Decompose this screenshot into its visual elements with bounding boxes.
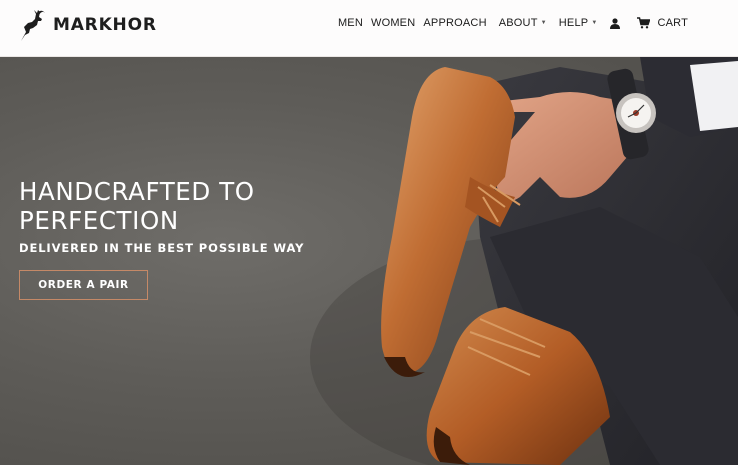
cart-link[interactable]: CART: [637, 17, 688, 29]
nav-men[interactable]: MEN: [338, 17, 363, 29]
cart-icon: [637, 17, 651, 29]
brand-name: MARKHOR: [53, 15, 157, 35]
nav-approach[interactable]: APPROACH: [423, 17, 486, 29]
order-a-pair-button[interactable]: ORDER A PAIR: [19, 270, 148, 300]
nav-women[interactable]: WOMEN: [371, 17, 415, 29]
chevron-down-icon: ▼: [540, 20, 547, 26]
main-navigation: MEN WOMEN APPROACH ABOUT ▼ HELP ▼ CART: [338, 14, 688, 32]
nav-about[interactable]: ABOUT ▼: [499, 17, 547, 29]
nav-about-label: ABOUT: [498, 17, 538, 29]
nav-women-label: WOMEN: [370, 17, 416, 29]
order-a-pair-label: ORDER A PAIR: [38, 279, 129, 291]
nav-help[interactable]: HELP ▼: [559, 17, 598, 29]
hero-copy: HANDCRAFTED TO PERFECTION DELIVERED IN T…: [19, 177, 349, 255]
hero-headline: HANDCRAFTED TO PERFECTION: [19, 177, 255, 235]
chevron-down-icon: ▼: [591, 20, 598, 26]
hero-banner: HANDCRAFTED TO PERFECTION DELIVERED IN T…: [0, 57, 738, 465]
cart-label: CART: [657, 17, 688, 29]
nav-approach-label: APPROACH: [423, 17, 487, 29]
hero-background-image: [310, 57, 738, 465]
nav-men-label: MEN: [337, 17, 363, 29]
markhor-goat-icon: [21, 10, 45, 41]
brand-logo[interactable]: MARKHOR: [18, 8, 157, 42]
site-header: MARKHOR MEN WOMEN APPROACH ABOUT ▼ HELP …: [0, 0, 738, 57]
hero-subheadline: DELIVERED IN THE BEST POSSIBLE WAY: [19, 241, 305, 255]
user-icon[interactable]: [610, 17, 621, 29]
nav-help-label: HELP: [558, 17, 589, 29]
